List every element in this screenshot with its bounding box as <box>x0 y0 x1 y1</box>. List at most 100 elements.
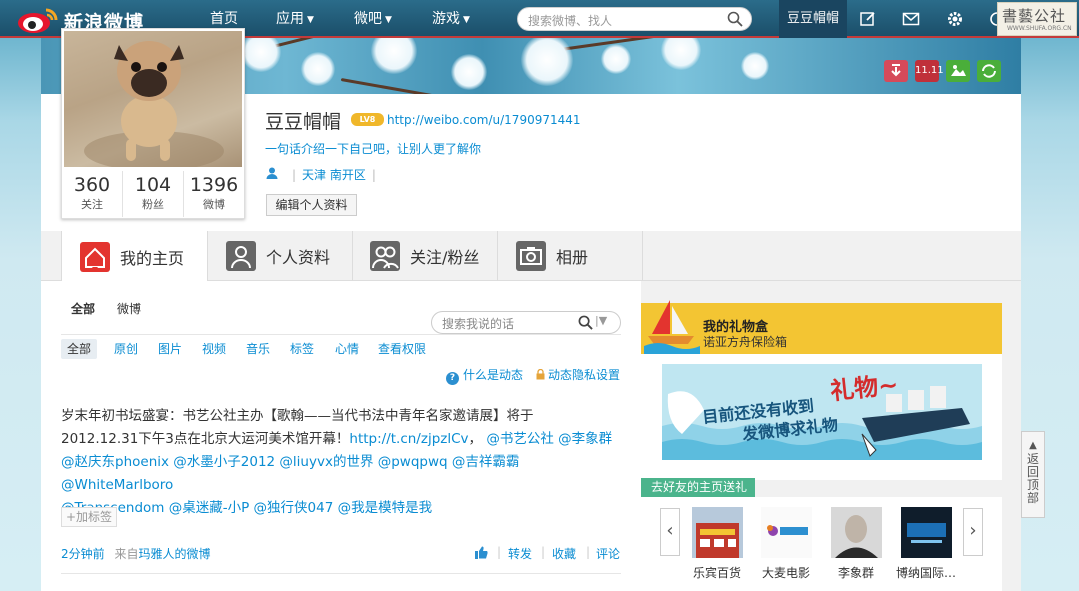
search-icon[interactable] <box>727 11 743 27</box>
feed-filters: 全部 原创 图片 视频 音乐 标签 心情 查看权限 <box>61 334 621 359</box>
tab-label: 相册 <box>556 248 589 267</box>
post-time-link[interactable]: 2分钟前 <box>61 547 105 561</box>
profile-location: | 天津 南开区 | <box>292 168 376 182</box>
carousel-next-button[interactable]: › <box>963 508 983 556</box>
profile-card: 360 关注 104 粉丝 1396 微博 <box>61 28 245 219</box>
friend-avatar <box>900 507 952 558</box>
avatar[interactable] <box>64 31 242 167</box>
post-text: 岁末年初书坛盛宴：书艺公社主办【歌翰——当代书法中青年名家邀请展】将于 <box>61 408 534 424</box>
friend-avatar <box>691 507 743 558</box>
tab-label: 关注/粉丝 <box>410 248 480 267</box>
global-search-input[interactable]: 搜索微博、找人 <box>517 7 752 31</box>
profile-name: 豆豆帽帽 <box>265 111 342 133</box>
search-placeholder: 搜索微博、找人 <box>528 14 613 28</box>
calendar-icon[interactable]: 11.11 <box>915 60 944 82</box>
nav-apps[interactable]: 应用 ▼ <box>276 0 314 38</box>
repost-button[interactable]: 转发 <box>508 545 532 562</box>
comment-button[interactable]: 评论 <box>596 545 620 562</box>
filter-original[interactable]: 原创 <box>114 339 138 359</box>
feed-tab-weibo[interactable]: 微博 <box>117 300 141 317</box>
search-my-posts-input[interactable]: 搜索我说的话 |▼ <box>431 311 621 334</box>
post-mentions[interactable]: @Transcendom @桌迷藏-小P @独行侠047 @我是模特是我 <box>61 497 621 520</box>
back-to-top-label: 返回顶部 <box>1026 452 1039 505</box>
posts-count[interactable]: 1396 微博 <box>184 171 244 217</box>
post-source-link[interactable]: 玛雅人的微博 <box>138 547 210 561</box>
post-content: 岁末年初书坛盛宴：书艺公社主办【歌翰——当代书法中青年名家邀请展】将于 2012… <box>61 405 621 520</box>
people-icon <box>370 241 400 271</box>
photo-icon[interactable] <box>946 60 970 82</box>
weibo-eye-icon <box>18 8 58 33</box>
caret-down-icon: ▼ <box>385 15 392 25</box>
arrow-up-icon: ▲ <box>1029 440 1037 451</box>
filter-videos[interactable]: 视频 <box>202 339 226 359</box>
caret-down-icon: ▼ <box>463 15 470 25</box>
sailboat-icon <box>644 300 700 354</box>
gear-icon[interactable] <box>946 10 964 28</box>
gift-box-subtitle: 诺亚方舟保险箱 <box>703 335 788 349</box>
activity-privacy-link[interactable]: 动态隐私设置 <box>536 366 620 383</box>
nav-games[interactable]: 游戏 ▼ <box>432 0 470 38</box>
back-to-top-button[interactable]: ▲ 返回顶部 <box>1021 431 1045 518</box>
mail-icon[interactable] <box>902 10 920 28</box>
tab-follow-fans[interactable]: 关注/粉丝 <box>353 231 498 281</box>
tab-profile-info[interactable]: 个人资料 <box>208 231 353 281</box>
help-icon: ? <box>446 372 459 385</box>
followers-count[interactable]: 104 粉丝 <box>123 171 184 217</box>
level-badge[interactable]: LV8 <box>351 113 384 126</box>
divider <box>61 573 621 574</box>
profile-url-link[interactable]: http://weibo.com/u/1790971441 <box>387 113 581 127</box>
tab-label: 我的主页 <box>120 248 185 268</box>
search-icon[interactable] <box>578 315 593 330</box>
friend-avatar <box>830 507 882 558</box>
feed-tab-all[interactable]: 全部 <box>71 300 95 317</box>
friend-item[interactable]: 大麦电影 <box>756 507 816 581</box>
filter-permission[interactable]: 查看权限 <box>378 339 426 359</box>
search-placeholder: 搜索我说的话 <box>442 317 515 331</box>
filter-images[interactable]: 图片 <box>158 339 182 359</box>
carousel-prev-button[interactable]: ‹ <box>660 508 680 556</box>
add-tag-button[interactable]: +加标签 <box>61 507 118 527</box>
dropdown-arrow-icon[interactable]: |▼ <box>595 314 607 327</box>
following-count[interactable]: 360 关注 <box>62 171 123 217</box>
no-gift-banner[interactable]: 目前还没有收到 礼物~ 发微博求礼物 <box>662 364 982 460</box>
filter-music[interactable]: 音乐 <box>246 339 270 359</box>
profile-stats: 360 关注 104 粉丝 1396 微博 <box>62 171 244 217</box>
location-link[interactable]: 天津 南开区 <box>302 168 366 182</box>
send-gift-friends-label: 去好友的主页送礼 <box>641 478 756 497</box>
favorite-button[interactable]: 收藏 <box>552 545 576 562</box>
post-short-link[interactable]: http://t.cn/zjpzlCv <box>349 431 468 447</box>
camera-icon <box>516 241 546 271</box>
post-text: 2012.12.31下午3点在北京大运河美术馆开幕！ <box>61 431 350 447</box>
profile-bio-link[interactable]: 一句话介绍一下自己吧，让别人更了解你 <box>265 140 481 157</box>
friend-name: 李象群 <box>837 566 874 580</box>
watermark-logo: 書藝公社 WWW.SHUFA.ORG.CN <box>997 2 1077 36</box>
filter-all[interactable]: 全部 <box>61 339 98 359</box>
user-icon <box>266 167 278 179</box>
lock-icon <box>536 369 545 380</box>
post-meta: 2分钟前 来自玛雅人的微博 <box>61 547 211 561</box>
refresh-icon[interactable] <box>977 60 1001 82</box>
tab-my-home[interactable]: 我的主页 <box>61 231 208 282</box>
chevron-left-icon: ‹ <box>666 520 674 541</box>
like-icon[interactable] <box>474 546 488 559</box>
edit-profile-button[interactable]: 编辑个人资料 <box>266 194 357 216</box>
caret-down-icon: ▼ <box>307 15 314 25</box>
user-name-tab[interactable]: 豆豆帽帽 <box>779 0 847 38</box>
friend-item[interactable]: 李象群 <box>826 507 886 581</box>
filter-mood[interactable]: 心情 <box>335 339 359 359</box>
person-icon <box>226 241 256 271</box>
tab-album[interactable]: 相册 <box>498 231 643 281</box>
friend-avatar <box>760 507 812 558</box>
what-is-activity-link[interactable]: ? 什么是动态 <box>446 366 523 385</box>
filter-tags[interactable]: 标签 <box>290 339 314 359</box>
friend-item[interactable]: 乐宾百货 <box>687 507 747 581</box>
post-mentions[interactable]: @赵庆东phoenix @水墨小子2012 @liuyvx的世界 @pwqpwq… <box>61 451 621 497</box>
friend-item[interactable]: 博纳国际… <box>896 507 956 581</box>
tab-label: 个人资料 <box>266 248 331 267</box>
compose-icon[interactable] <box>859 10 877 28</box>
download-icon[interactable] <box>884 60 908 82</box>
nav-weiba[interactable]: 微吧 ▼ <box>354 0 392 38</box>
chevron-right-icon: › <box>969 520 977 541</box>
post-mentions[interactable]: @书艺公社 @李象群 <box>486 431 612 447</box>
friend-name: 博纳国际… <box>896 566 957 580</box>
